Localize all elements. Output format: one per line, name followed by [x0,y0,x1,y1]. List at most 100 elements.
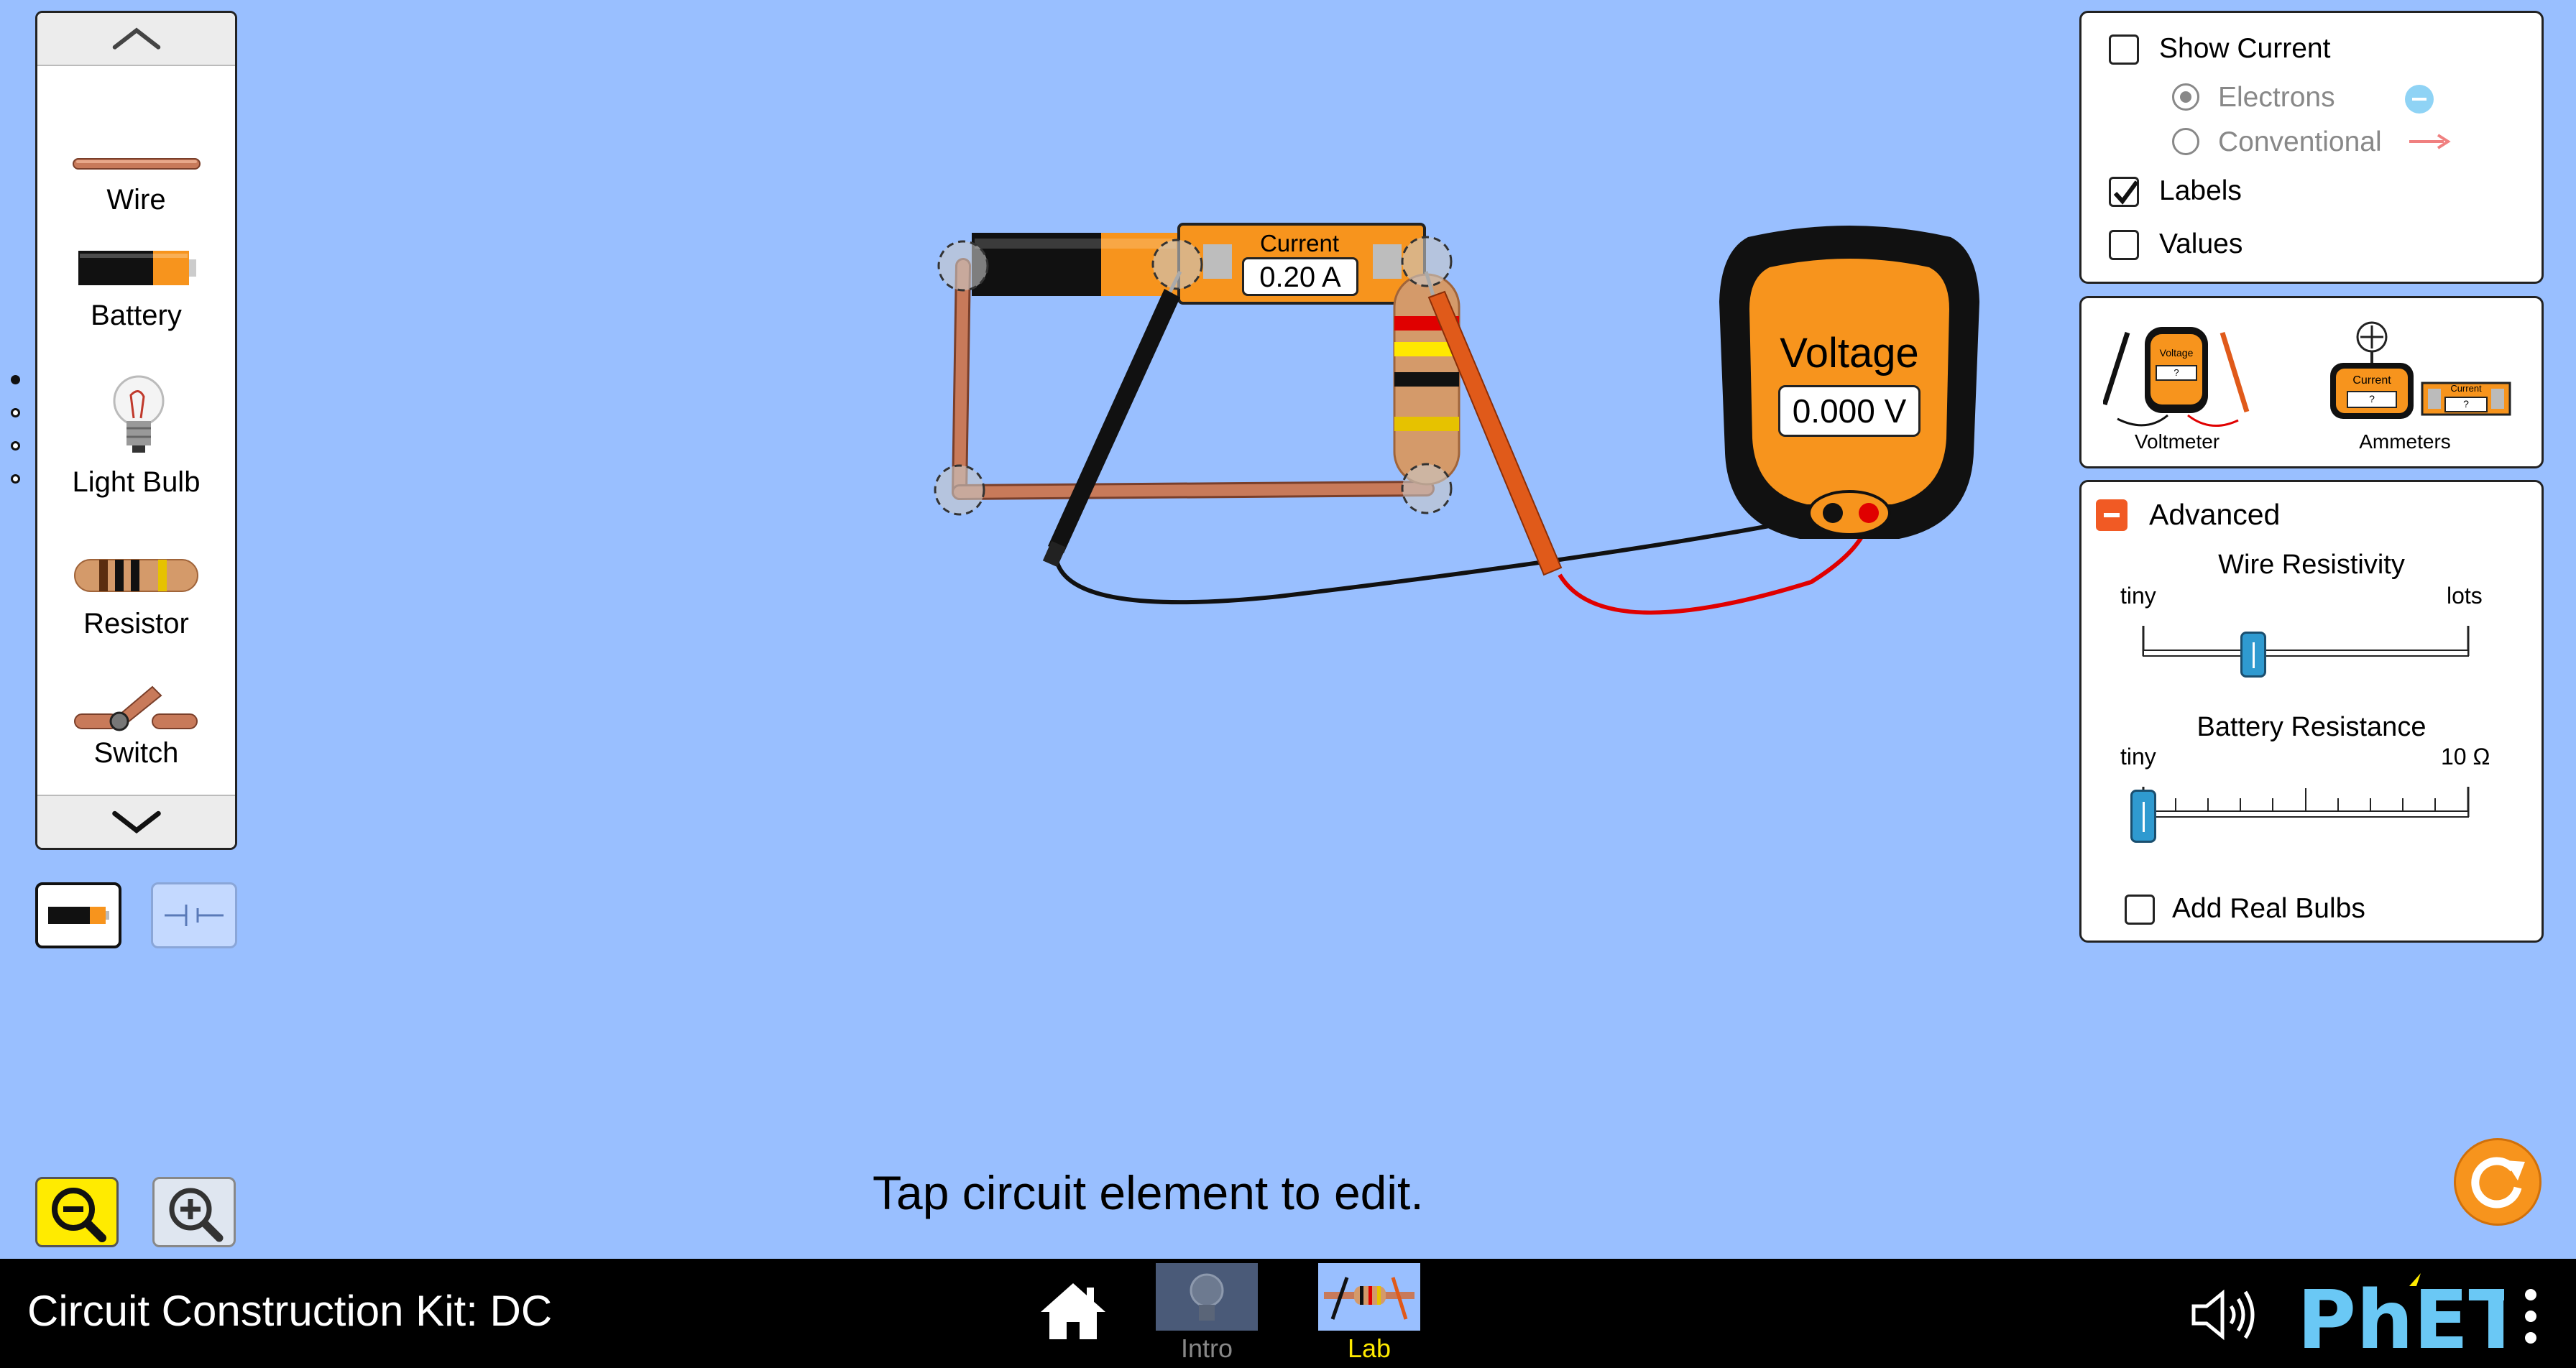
show-current-checkbox[interactable] [2109,34,2139,65]
voltmeter-tool-label: Voltmeter [2134,430,2220,453]
ammeters-icon [2330,321,2511,419]
circuit-vertex[interactable] [1151,239,1203,290]
battery-icon [48,907,109,924]
values-label: Values [2159,228,2243,259]
zoom-out-button[interactable] [35,1177,119,1247]
ammeter-icon-value: ? [2463,398,2469,410]
circuit-vertex[interactable] [934,464,985,516]
edit-hint: Tap circuit element to edit. [873,1166,1424,1219]
conventional-radio[interactable] [2172,128,2199,155]
ammeter-icon-text: Current [2352,374,2391,387]
lifelike-view-button[interactable] [35,882,121,948]
chevron-up-icon [112,27,161,50]
labels-label: Labels [2159,175,2242,206]
add-real-bulbs-label: Add Real Bulbs [2172,893,2365,924]
electrons-label: Electrons [2218,82,2335,113]
minus-icon [2104,513,2120,517]
wire-resistivity-max-label: lots [2447,583,2483,609]
conventional-arrow-icon [2409,134,2451,149]
sensor-toolbox-panel: Voltage ? Voltmeter Current ? Current ? … [2079,296,2544,468]
kebab-menu-icon [2525,1289,2536,1344]
ammeter-label: Current [1259,230,1340,256]
wire-resistivity-min-label: tiny [2120,583,2156,609]
speaker-icon [2191,1289,2255,1341]
home-button[interactable] [1038,1280,1108,1342]
black-probe-wire [1054,512,1834,605]
battery-resistance-min-label: tiny [2120,744,2156,770]
electron-icon [2405,85,2434,114]
labels-checkbox[interactable] [2109,177,2139,207]
zoom-out-icon [52,1188,106,1242]
collapse-advanced-button[interactable] [2096,499,2128,531]
ammeter-value: 0.20 A [1242,257,1358,296]
screen-tab-intro[interactable] [1156,1263,1258,1331]
ammeters-tool-label: Ammeters [2359,430,2451,453]
slider-track [2142,787,2470,818]
carousel-up-button[interactable] [37,13,235,66]
red-probe-jack [1859,503,1879,523]
intro-screen-icon [1190,1273,1224,1321]
sound-toggle-button[interactable] [2189,1286,2261,1344]
toolbox-item-resistor[interactable]: Resistor [37,504,235,641]
phet-logo-icon: PhET [2297,1273,2524,1367]
conventional-label: Conventional [2218,126,2382,157]
ammeter-icon-value: ? [2369,393,2375,405]
app-title: Circuit Construction Kit: DC [27,1287,553,1335]
light-bulb-icon [113,375,165,453]
voltmeter-value: 0.000 V [1778,385,1920,437]
wire-resistivity-thumb[interactable] [2240,632,2266,678]
ammeter-icon-text: Current [2450,383,2482,394]
battery-schematic-icon [165,905,224,926]
wire-resistivity-slider[interactable] [2142,623,2470,678]
ammeters-tool[interactable]: Current ? Current ? [2297,311,2513,433]
toolbox-item-wire[interactable]: Wire [37,78,235,216]
slider-track [2142,626,2470,657]
battery-resistance-max-label: 10 Ω [2441,744,2490,770]
show-current-label: Show Current [2159,33,2331,64]
carousel-down-button[interactable] [37,795,235,848]
battery-resistance-slider[interactable] [2130,784,2470,843]
checkmark-icon [2113,180,2139,205]
screen-label-lab: Lab [1347,1334,1392,1363]
options-menu-button[interactable] [2520,1286,2542,1351]
wire-icon [73,158,201,170]
carousel-page-dot[interactable] [11,375,20,384]
schematic-view-button[interactable] [151,882,237,948]
home-icon [1041,1283,1105,1339]
circuit-wire[interactable] [952,481,1435,500]
add-real-bulbs-checkbox[interactable] [2125,895,2155,925]
voltmeter-icon-text: Voltage [2159,347,2194,359]
voltmeter-tool[interactable]: Voltage ? [2102,311,2250,433]
switch-icon [74,685,198,731]
wire-resistivity-label: Wire Resistivity [2218,550,2405,580]
component-toolbox: Wire Battery Light Bulb Resistor Switch [35,11,237,850]
screen-tab-lab[interactable] [1318,1263,1420,1331]
carousel-page-dot[interactable] [11,474,20,484]
reset-icon [2471,1157,2525,1208]
toolbox-item-switch[interactable]: Switch [37,645,235,782]
values-checkbox[interactable] [2109,230,2139,260]
phet-logo-text: PhET [2297,1274,2504,1357]
battery-resistance-thumb[interactable] [2130,790,2156,843]
voltmeter-icon-value: ? [2174,367,2179,378]
toolbox-item-battery[interactable]: Battery [37,219,235,356]
voltmeter-label: Voltage [1780,330,1919,376]
toolbox-item-light-bulb[interactable]: Light Bulb [37,363,235,499]
carousel-page-dot[interactable] [11,441,20,450]
resistor-icon [74,559,198,592]
circuit-vertex[interactable] [937,240,989,292]
circuit-wire[interactable] [952,258,971,500]
black-probe-jack [1823,503,1843,523]
zoom-in-button[interactable] [152,1177,236,1247]
phet-logo[interactable]: PhET [2294,1270,2524,1367]
advanced-panel: Advanced Wire Resistivity tiny lots Batt… [2079,480,2544,943]
toolbox-item-label: Resistor [83,608,189,639]
zoom-in-icon [169,1188,224,1242]
black-probe[interactable] [1042,270,1182,568]
battery-icon [78,251,196,285]
battery-resistance-label: Battery Resistance [2196,712,2426,742]
carousel-page-dot[interactable] [11,408,20,417]
circuit-vertex[interactable] [1401,463,1453,514]
electrons-radio[interactable] [2172,83,2199,111]
reset-all-button[interactable] [2454,1138,2542,1226]
